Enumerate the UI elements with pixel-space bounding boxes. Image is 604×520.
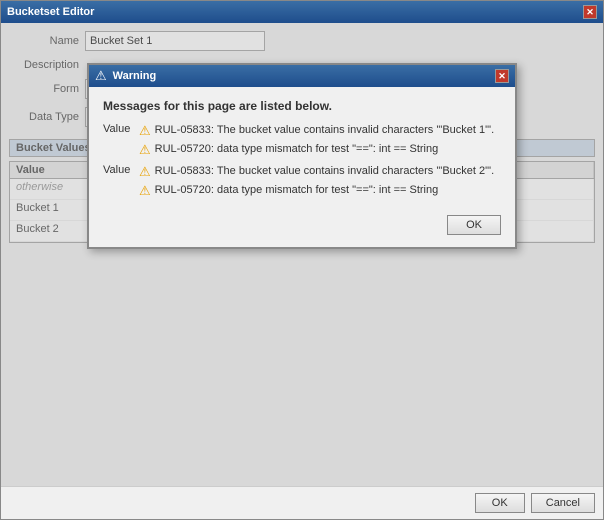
- warning-icon-4: ⚠: [139, 183, 151, 199]
- warning-icon-3: ⚠: [139, 164, 151, 180]
- window-close-button[interactable]: ✕: [583, 5, 597, 19]
- warning-messages-1: ⚠ RUL-05833: The bucket value contains i…: [139, 123, 501, 160]
- warning-ok-row: OK: [103, 205, 501, 235]
- warning-dialog: ⚠ Warning ✕ Messages for this page are l…: [87, 63, 517, 249]
- warning-icon-2: ⚠: [139, 142, 151, 158]
- warning-title-content: ⚠ Warning: [95, 68, 156, 84]
- warning-icon-1: ⚠: [139, 123, 151, 139]
- value-label-1: Value: [103, 123, 133, 160]
- warning-text-2-1: RUL-05833: The bucket value contains inv…: [155, 164, 495, 179]
- value-label-2: Value: [103, 164, 133, 201]
- warning-text-2-2: RUL-05720: data type mismatch for test "…: [155, 183, 439, 198]
- warning-msg-row: ⚠ RUL-05833: The bucket value contains i…: [139, 164, 501, 180]
- bottom-buttons: OK Cancel: [1, 486, 603, 519]
- warning-text-1-2: RUL-05720: data type mismatch for test "…: [155, 142, 439, 157]
- warning-group-2: Value ⚠ RUL-05833: The bucket value cont…: [103, 164, 501, 201]
- title-bar: Bucketset Editor ✕: [1, 1, 603, 23]
- window-title: Bucketset Editor: [7, 6, 94, 18]
- warning-text-1-1: RUL-05833: The bucket value contains inv…: [155, 123, 495, 138]
- modal-overlay: ⚠ Warning ✕ Messages for this page are l…: [1, 23, 603, 486]
- warning-msg-row: ⚠ RUL-05720: data type mismatch for test…: [139, 183, 501, 199]
- warning-ok-button[interactable]: OK: [447, 215, 501, 235]
- warning-dialog-title: Warning: [113, 70, 157, 82]
- warning-title-icon: ⚠: [95, 68, 107, 84]
- ok-button[interactable]: OK: [475, 493, 525, 513]
- warning-msg-row: ⚠ RUL-05720: data type mismatch for test…: [139, 142, 501, 158]
- main-content: Name Description Form Data Type Bucket V…: [1, 23, 603, 486]
- warning-messages-2: ⚠ RUL-05833: The bucket value contains i…: [139, 164, 501, 201]
- main-window: Bucketset Editor ✕ Name Description Form…: [0, 0, 604, 520]
- warning-title-bar: ⚠ Warning ✕: [89, 65, 515, 87]
- cancel-button[interactable]: Cancel: [531, 493, 595, 513]
- warning-body: Messages for this page are listed below.…: [89, 87, 515, 247]
- warning-msg-row: ⚠ RUL-05833: The bucket value contains i…: [139, 123, 501, 139]
- warning-group-1: Value ⚠ RUL-05833: The bucket value cont…: [103, 123, 501, 160]
- warning-close-button[interactable]: ✕: [495, 69, 509, 83]
- warning-heading: Messages for this page are listed below.: [103, 99, 501, 113]
